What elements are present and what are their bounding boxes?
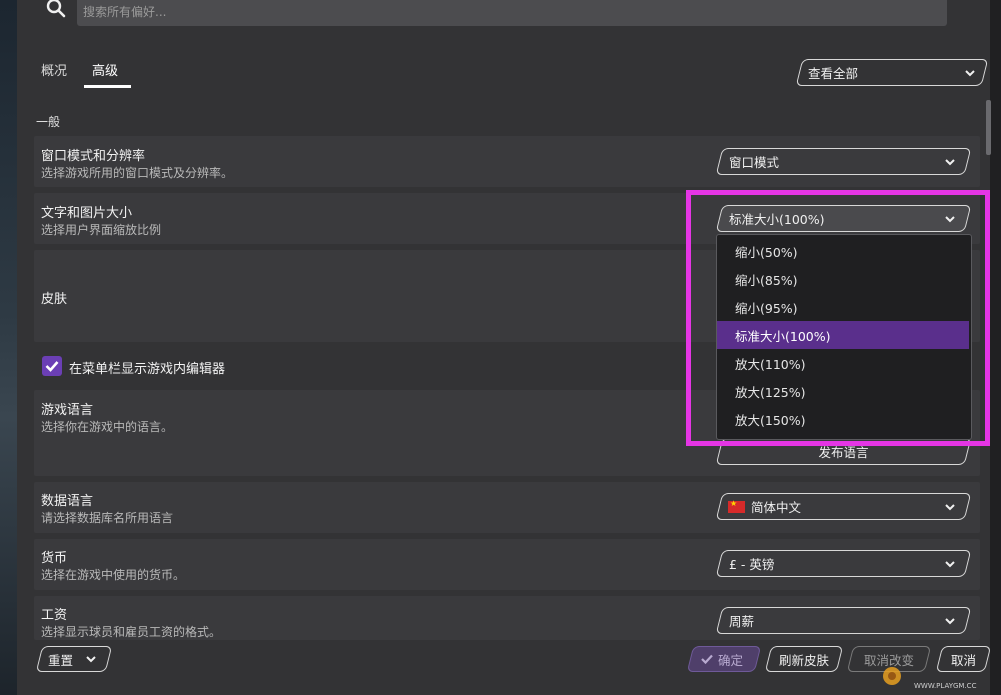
active-tab-indicator [84, 85, 131, 88]
scrollbar-track[interactable] [990, 0, 1001, 695]
chevron-down-icon [945, 618, 955, 625]
tab-overview[interactable]: 概况 [41, 60, 67, 79]
data-language-value: 简体中文 [751, 500, 802, 515]
window-mode-title: 窗口模式和分辨率 [41, 149, 146, 164]
check-icon [701, 654, 713, 665]
chevron-down-icon [965, 70, 975, 77]
search-field[interactable] [77, 0, 947, 26]
chevron-down-icon [86, 656, 96, 663]
section-general-label: 一般 [36, 115, 61, 129]
currency-value: £ - 英镑 [729, 557, 775, 572]
chevron-down-icon [945, 159, 955, 166]
tab-advanced[interactable]: 高级 [92, 60, 118, 79]
reset-label: 重置 [48, 652, 74, 668]
wage-value: 周薪 [729, 614, 755, 629]
skin-title: 皮肤 [41, 292, 68, 307]
game-language-desc: 选择你在游戏中的语言。 [41, 420, 174, 434]
currency-title: 货币 [41, 551, 68, 566]
china-flag-icon [728, 499, 745, 513]
editor-checkbox[interactable] [42, 356, 62, 376]
data-language-desc: 请选择数据库名所用语言 [41, 511, 174, 525]
window-mode-value: 窗口模式 [729, 155, 780, 170]
background-strip-left [0, 0, 17, 695]
watermark-logo: WWW.PLAYGM.CC [880, 664, 990, 695]
watermark-url: WWW.PLAYGM.CC [914, 682, 977, 690]
chevron-down-icon [945, 504, 955, 511]
check-icon [45, 361, 59, 372]
wage-desc: 选择显示球员和雇员工资的格式。 [41, 625, 222, 639]
search-input[interactable] [77, 0, 947, 26]
text-size-desc: 选择用户界面缩放比例 [41, 223, 162, 237]
confirm-label: 确定 [718, 652, 744, 668]
chevron-down-icon [945, 561, 955, 568]
search-icon[interactable] [46, 0, 66, 18]
data-language-title: 数据语言 [41, 494, 94, 509]
scrollbar-thumb[interactable] [986, 100, 991, 155]
window-mode-desc: 选择游戏所用的窗口模式及分辨率。 [41, 166, 234, 180]
wage-title: 工资 [41, 608, 68, 623]
text-size-title: 文字和图片大小 [41, 206, 133, 221]
editor-checkbox-label[interactable]: 在菜单栏显示游戏内编辑器 [69, 358, 225, 377]
view-all-label: 查看全部 [808, 66, 859, 81]
refresh-skin-label: 刷新皮肤 [778, 652, 829, 668]
currency-desc: 选择在游戏中使用的货币。 [41, 568, 186, 582]
game-language-title: 游戏语言 [41, 403, 94, 418]
highlight-annotation [686, 190, 990, 446]
